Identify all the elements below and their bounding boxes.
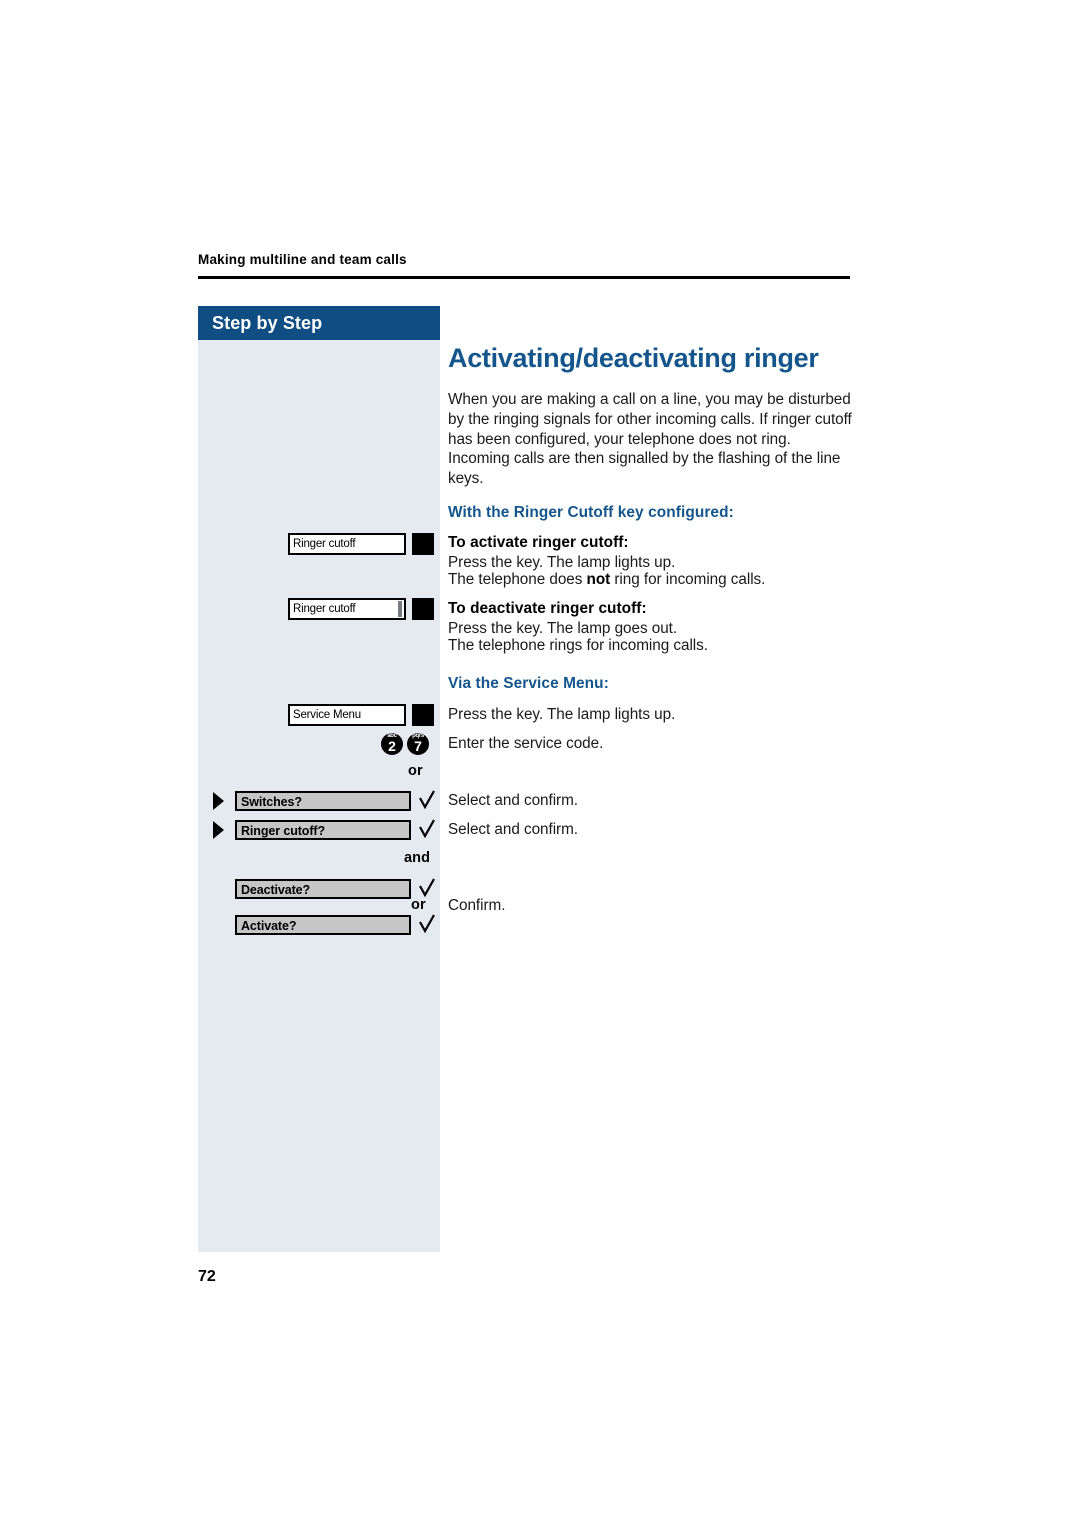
section-heading-ringer-cutoff-key: With the Ringer Cutoff key configured: xyxy=(448,504,734,521)
option-row-deactivate[interactable]: Deactivate? xyxy=(235,878,435,899)
confirm-check-icon xyxy=(418,913,436,935)
keypad-key-2-digit: 2 xyxy=(388,738,396,754)
connector-or-keypad: or xyxy=(408,763,423,779)
keypad-key-7[interactable]: pqrs 7 xyxy=(407,733,429,755)
activate-line-2: The telephone does not ring for incoming… xyxy=(448,570,765,590)
running-header-text: Making multiline and team calls xyxy=(198,252,407,267)
option-box[interactable]: Deactivate? xyxy=(235,879,411,899)
intro-paragraph: When you are making a call on a line, yo… xyxy=(448,391,852,487)
option-box[interactable]: Switches? xyxy=(235,791,411,811)
service-menu-line-2: Enter the service code. xyxy=(448,735,604,752)
section-heading-service-menu: Via the Service Menu: xyxy=(448,675,609,692)
main-content: Activating/deactivating ringer When you … xyxy=(448,344,852,488)
connector-and: and xyxy=(404,850,431,866)
connector-or-options: or xyxy=(411,897,426,913)
key-label-text: Service Menu xyxy=(293,709,361,721)
service-menu-line-3: Select and confirm. xyxy=(448,792,578,809)
page-number: 72 xyxy=(198,1268,216,1285)
key-label-box: Ringer cutoff xyxy=(288,533,406,555)
option-row-ringer-cutoff[interactable]: Ringer cutoff? xyxy=(213,819,435,840)
activate-line-2-after: ring for incoming calls. xyxy=(610,571,766,588)
step-by-step-sidebar xyxy=(198,306,440,1252)
sidebar-header-label: Step by Step xyxy=(212,313,323,333)
confirm-check-icon xyxy=(418,789,436,811)
key-label-text: Ringer cutoff xyxy=(293,538,356,550)
key-label-box: Service Menu xyxy=(288,704,406,726)
activate-line-2-emphasis: not xyxy=(586,571,611,588)
running-header: Making multiline and team calls xyxy=(198,252,850,267)
select-arrow-icon xyxy=(213,792,224,810)
subheading-deactivate-ringer-cutoff: To deactivate ringer cutoff: xyxy=(448,600,647,617)
header-rule xyxy=(198,276,850,279)
select-arrow-icon xyxy=(213,821,224,839)
option-label: Deactivate? xyxy=(241,883,311,897)
option-box[interactable]: Activate? xyxy=(235,915,411,935)
option-label: Switches? xyxy=(241,795,302,809)
key-lamp-indicator xyxy=(412,704,434,726)
key-label-bar xyxy=(398,601,402,617)
keypad-service-code[interactable]: abc 2 pqrs 7 xyxy=(381,733,429,755)
confirm-check-icon xyxy=(418,818,436,840)
key-label-text: Ringer cutoff xyxy=(293,603,356,615)
key-label-box: Ringer cutoff xyxy=(288,598,406,620)
option-box[interactable]: Ringer cutoff? xyxy=(235,820,411,840)
deactivate-line-2: The telephone rings for incoming calls. xyxy=(448,637,708,654)
service-menu-line-5: Confirm. xyxy=(448,897,506,914)
service-menu-line-1: Press the key. The lamp lights up. xyxy=(448,706,676,723)
subheading-activate-ringer-cutoff: To activate ringer cutoff: xyxy=(448,534,629,551)
confirm-check-icon xyxy=(418,877,436,899)
sidebar-header: Step by Step xyxy=(198,306,440,340)
option-label: Activate? xyxy=(241,919,297,933)
key-lamp-indicator xyxy=(412,598,434,620)
page-title: Activating/deactivating ringer xyxy=(448,343,819,373)
keypad-key-7-digit: 7 xyxy=(414,738,422,754)
service-menu-line-4: Select and confirm. xyxy=(448,821,578,838)
option-row-switches[interactable]: Switches? xyxy=(213,790,435,811)
option-label: Ringer cutoff? xyxy=(241,824,326,838)
option-row-activate[interactable]: Activate? xyxy=(235,914,435,935)
activate-line-2-before: The telephone does xyxy=(448,571,587,588)
keypad-key-2[interactable]: abc 2 xyxy=(381,733,403,755)
key-lamp-indicator xyxy=(412,533,434,555)
